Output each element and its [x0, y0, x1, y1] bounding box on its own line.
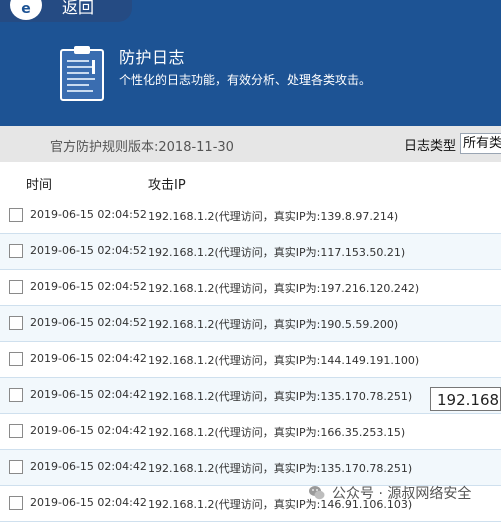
- table-row[interactable]: 2019-06-15 02:04:52 192.168.1.2(代理访问，真实I…: [0, 270, 501, 306]
- back-button[interactable]: 返回: [62, 0, 94, 18]
- row-time: 2019-06-15 02:04:42: [30, 460, 147, 473]
- table-row[interactable]: 2019-06-15 02:04:42 192.168.1.2(代理访问，真实I…: [0, 342, 501, 378]
- column-header-attack-ip[interactable]: 攻击IP: [148, 174, 186, 193]
- row-checkbox[interactable]: [9, 424, 23, 438]
- page-subtitle: 个性化的日志功能，有效分析、处理各类攻击。: [119, 73, 372, 87]
- row-checkbox[interactable]: [9, 208, 23, 222]
- row-time: 2019-06-15 02:04:42: [30, 424, 147, 437]
- row-ip: 192.168.1.2(代理访问，真实IP为:166.35.253.15): [148, 426, 406, 439]
- row-ip: 192.168.1.2(代理访问，真实IP为:144.149.191.100): [148, 354, 420, 367]
- row-time: 2019-06-15 02:04:52: [30, 244, 147, 257]
- row-ip: 192.168.1.2(代理访问，真实IP为:139.8.97.214): [148, 210, 399, 223]
- row-ip: 192.168.1.2(代理访问，真实IP为:135.170.78.251): [148, 462, 413, 475]
- table-row[interactable]: 2019-06-15 02:04:52 192.168.1.2(代理访问，真实I…: [0, 198, 501, 234]
- app-logo-icon: e: [10, 0, 42, 20]
- row-checkbox[interactable]: [9, 316, 23, 330]
- log-type-select[interactable]: 所有类: [460, 133, 501, 154]
- row-ip: 192.168.1.2(代理访问，真实IP为:190.5.59.200): [148, 318, 399, 331]
- watermark-text: 公众号 · 源叔网络安全: [332, 486, 472, 502]
- watermark: 公众号 · 源叔网络安全: [308, 483, 471, 503]
- row-time: 2019-06-15 02:04:52: [30, 316, 147, 329]
- table-row[interactable]: 2019-06-15 02:04:42 192.168.1.2(代理访问，真实I…: [0, 414, 501, 450]
- row-checkbox[interactable]: [9, 352, 23, 366]
- row-ip: 192.168.1.2(代理访问，真实IP为:197.216.120.242): [148, 282, 420, 295]
- row-checkbox[interactable]: [9, 496, 23, 510]
- ip-tooltip: 192.168.1.2: [430, 387, 501, 411]
- row-time: 2019-06-15 02:04:42: [30, 496, 147, 509]
- row-time: 2019-06-15 02:04:42: [30, 352, 147, 365]
- row-checkbox[interactable]: [9, 280, 23, 294]
- top-bar: e 返回: [0, 0, 132, 22]
- table-row[interactable]: 2019-06-15 02:04:52 192.168.1.2(代理访问，真实I…: [0, 306, 501, 342]
- rules-version-text: 官方防护规则版本:2018-11-30: [50, 140, 234, 155]
- row-ip: 192.168.1.2(代理访问，真实IP为:135.170.78.251): [148, 390, 413, 403]
- log-type-label: 日志类型: [404, 139, 457, 154]
- header-banner: e 返回 防护日志 个性化的日志功能，有效分析、处理各类攻击。: [0, 0, 501, 126]
- table-row[interactable]: 2019-06-15 02:04:42 192.168.1.2(代理访问，真实I…: [0, 378, 501, 414]
- column-header-time[interactable]: 时间: [26, 174, 52, 193]
- log-table: 2019-06-15 02:04:52 192.168.1.2(代理访问，真实I…: [0, 198, 501, 522]
- page-title: 防护日志: [119, 48, 186, 67]
- filter-bar: 官方防护规则版本:2018-11-30 日志类型 所有类: [0, 126, 501, 162]
- row-time: 2019-06-15 02:04:52: [30, 208, 147, 221]
- row-ip: 192.168.1.2(代理访问，真实IP为:117.153.50.21): [148, 246, 406, 259]
- row-checkbox[interactable]: [9, 388, 23, 402]
- row-checkbox[interactable]: [9, 244, 23, 258]
- wechat-icon: [309, 486, 325, 500]
- row-checkbox[interactable]: [9, 460, 23, 474]
- table-row[interactable]: 2019-06-15 02:04:42 192.168.1.2(代理访问，真实I…: [0, 450, 501, 486]
- table-row[interactable]: 2019-06-15 02:04:52 192.168.1.2(代理访问，真实I…: [0, 234, 501, 270]
- row-time: 2019-06-15 02:04:52: [30, 280, 147, 293]
- clipboard-icon: [60, 46, 104, 101]
- row-time: 2019-06-15 02:04:42: [30, 388, 147, 401]
